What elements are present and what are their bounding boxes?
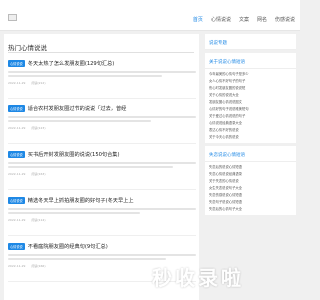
sidebar-breakup-phrases-box: 失恋说说心情短语 失恋后的说说心情短语 失恋心情说说经典语录 关于失恋的心情说说… <box>205 146 296 215</box>
sidebar-link[interactable]: 失恋后的说说心情短语 <box>209 164 292 171</box>
sidebar-link[interactable]: 关于心情的说说大全 <box>209 92 292 99</box>
main-content: 热门心情说说 心情说说 冬天太热了怎么发朋友圈(129句汇总) 2022-11-… <box>4 34 199 300</box>
article-divider <box>8 143 196 144</box>
article-views: 阅读(212) <box>31 81 46 85</box>
sidebar-link[interactable]: 关于爱过心情说说的句子 <box>209 113 292 120</box>
article-date: 2022-11-29 <box>8 126 26 130</box>
section-divider <box>8 52 194 53</box>
sidebar-link[interactable]: 女人心情不好句子的句子 <box>209 78 292 85</box>
article-excerpt <box>8 71 196 79</box>
article-excerpt <box>8 208 196 216</box>
category-tag[interactable]: 心情说说 <box>8 197 25 204</box>
article-date: 2022-11-29 <box>8 264 26 268</box>
article-title[interactable]: 不看庭院朋友圈的经典句(9句汇总) <box>28 243 108 250</box>
article-card[interactable]: 心情说说 冬天太热了怎么发朋友圈(129句汇总) 2022-11-29 阅读(2… <box>8 60 196 85</box>
nav-item-home[interactable]: 首页 <box>193 16 203 23</box>
article-card[interactable]: 心情说说 买书后开封发朋友圈的说说(150句合集) 2022-11-29 阅读(… <box>8 151 196 176</box>
article-views: 阅读(163) <box>31 172 46 176</box>
article-date: 2022-11-29 <box>8 81 26 85</box>
sidebar-link-list: 失恋后的说说心情短语 失恋心情说说经典语录 关于失恋的心情说说 女生失恋说说句子… <box>205 162 296 215</box>
category-tag[interactable]: 心情说说 <box>8 60 25 67</box>
sidebar-link[interactable]: 失恋伤感说说心情短语 <box>209 192 292 199</box>
sidebar-link[interactable]: 关于今天心情的说说 <box>209 134 292 141</box>
article-title[interactable]: 适合农村发朋友圈过节的说说「过去，曾经 <box>28 105 127 112</box>
sidebar-link[interactable]: 表达心情不好的说说 <box>209 127 292 134</box>
article-meta: 2022-11-29 阅读(212) <box>8 81 196 85</box>
site-logo-image[interactable] <box>8 14 17 21</box>
nav-item-sad[interactable]: 伤感说说 <box>275 16 295 23</box>
section-title: 热门心情说说 <box>8 44 47 52</box>
article-views: 阅读(114) <box>31 218 46 222</box>
article-title[interactable]: 精选冬天早上抓拍朋友圈的好句子(冬天早上上 <box>28 197 134 204</box>
nav-item-copywriting[interactable]: 文案 <box>239 16 249 23</box>
article-date: 2022-11-29 <box>8 218 26 222</box>
sidebar: 说说专题 关于说说心情短语 今年最美的心情句子是多少 女人心情不好句子的句子 伤… <box>205 34 296 218</box>
article-divider <box>8 189 196 190</box>
sidebar-link[interactable]: 失恋后的心情句子大全 <box>209 206 292 213</box>
category-tag[interactable]: 心情说说 <box>8 151 25 158</box>
sidebar-link-list: 今年最美的心情句子是多少 女人心情不好句子的句子 伤心时发朋友圈的说说短 关于心… <box>205 69 296 143</box>
sidebar-link[interactable]: 女生失恋说说句子大全 <box>209 185 292 192</box>
sidebar-link[interactable]: 伤心时发朋友圈的说说短 <box>209 85 292 92</box>
article-meta: 2022-11-29 阅读(114) <box>8 218 196 222</box>
article-divider <box>8 235 196 236</box>
sidebar-link[interactable]: 今年最美的心情句子是多少 <box>209 71 292 78</box>
watermark-text: 秒收录啦 <box>152 266 244 290</box>
sidebar-link[interactable]: 心情说说经典语录大全 <box>209 120 292 127</box>
sidebar-box-title: 说说专题 <box>205 34 296 50</box>
sidebar-link[interactable]: 失恋心情说说经典语录 <box>209 171 292 178</box>
sidebar-link[interactable]: 发朋友圈心情说说图文 <box>209 99 292 106</box>
sidebar-box-title: 失恋说说心情短语 <box>205 146 296 162</box>
sidebar-topics-box: 说说专题 <box>205 34 296 50</box>
sidebar-mood-phrases-box: 关于说说心情短语 今年最美的心情句子是多少 女人心情不好句子的句子 伤心时发朋友… <box>205 53 296 143</box>
sidebar-box-title: 关于说说心情短语 <box>205 53 296 69</box>
main-nav: 首页 心情说说 文案 网名 伤感说说 <box>193 16 295 23</box>
article-title[interactable]: 买书后开封发朋友圈的说说(150句合集) <box>28 151 120 158</box>
article-date: 2022-11-29 <box>8 172 26 176</box>
sidebar-link[interactable]: 关于失恋的心情说说 <box>209 178 292 185</box>
article-excerpt <box>8 254 196 262</box>
article-card[interactable]: 心情说说 适合农村发朋友圈过节的说说「过去，曾经 2022-11-29 阅读(1… <box>8 105 196 130</box>
nav-item-nickname[interactable]: 网名 <box>257 16 267 23</box>
article-views: 阅读(166) <box>31 264 46 268</box>
top-navigation-bar: 首页 心情说说 文案 网名 伤感说说 <box>0 0 300 31</box>
article-excerpt <box>8 162 196 170</box>
article-meta: 2022-11-29 阅读(163) <box>8 172 196 176</box>
article-meta: 2022-11-29 阅读(123) <box>8 126 196 130</box>
category-tag[interactable]: 心情说说 <box>8 105 25 112</box>
sidebar-link[interactable]: 失恋句子说说心情短语 <box>209 199 292 206</box>
nav-item-mood[interactable]: 心情说说 <box>211 16 231 23</box>
article-excerpt <box>8 116 196 124</box>
article-title[interactable]: 冬天太热了怎么发朋友圈(129句汇总) <box>28 60 115 67</box>
article-card[interactable]: 心情说说 精选冬天早上抓拍朋友圈的好句子(冬天早上上 2022-11-29 阅读… <box>8 197 196 222</box>
article-views: 阅读(123) <box>31 126 46 130</box>
sidebar-link[interactable]: 心情好的句子说说唯美短句 <box>209 106 292 113</box>
article-divider <box>8 98 196 99</box>
category-tag[interactable]: 心情说说 <box>8 243 25 250</box>
